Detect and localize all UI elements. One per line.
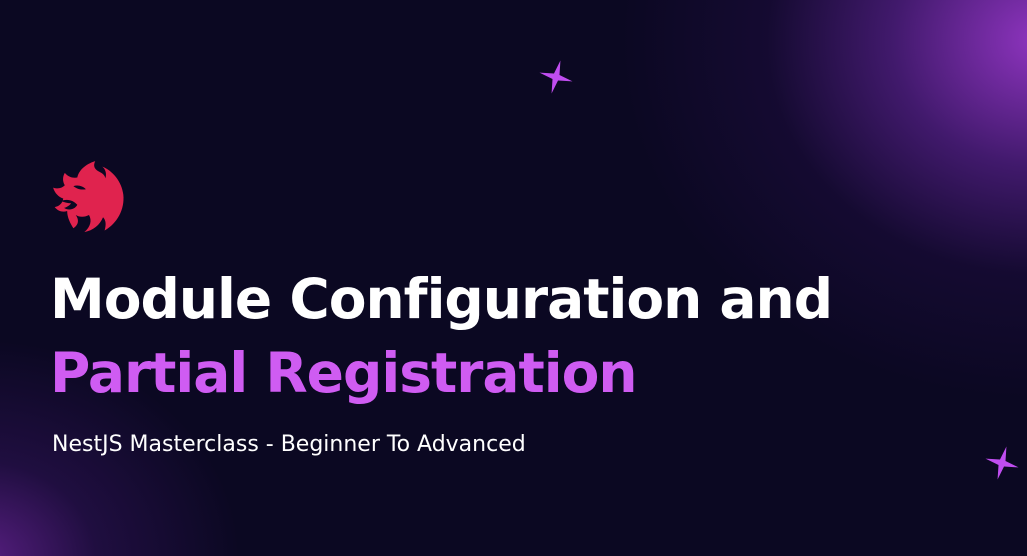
nestjs-logo-icon	[53, 161, 124, 233]
title-line-primary: Module Configuration and	[50, 267, 833, 331]
title-line-accent: Partial Registration	[50, 341, 638, 405]
slide-subtitle: NestJS Masterclass - Beginner To Advance…	[52, 432, 526, 457]
slide-title: Module Configuration and Partial Registr…	[50, 262, 833, 410]
slide: Module Configuration and Partial Registr…	[0, 0, 1027, 556]
sparkle-icon	[539, 60, 573, 94]
sparkle-icon	[985, 446, 1019, 480]
